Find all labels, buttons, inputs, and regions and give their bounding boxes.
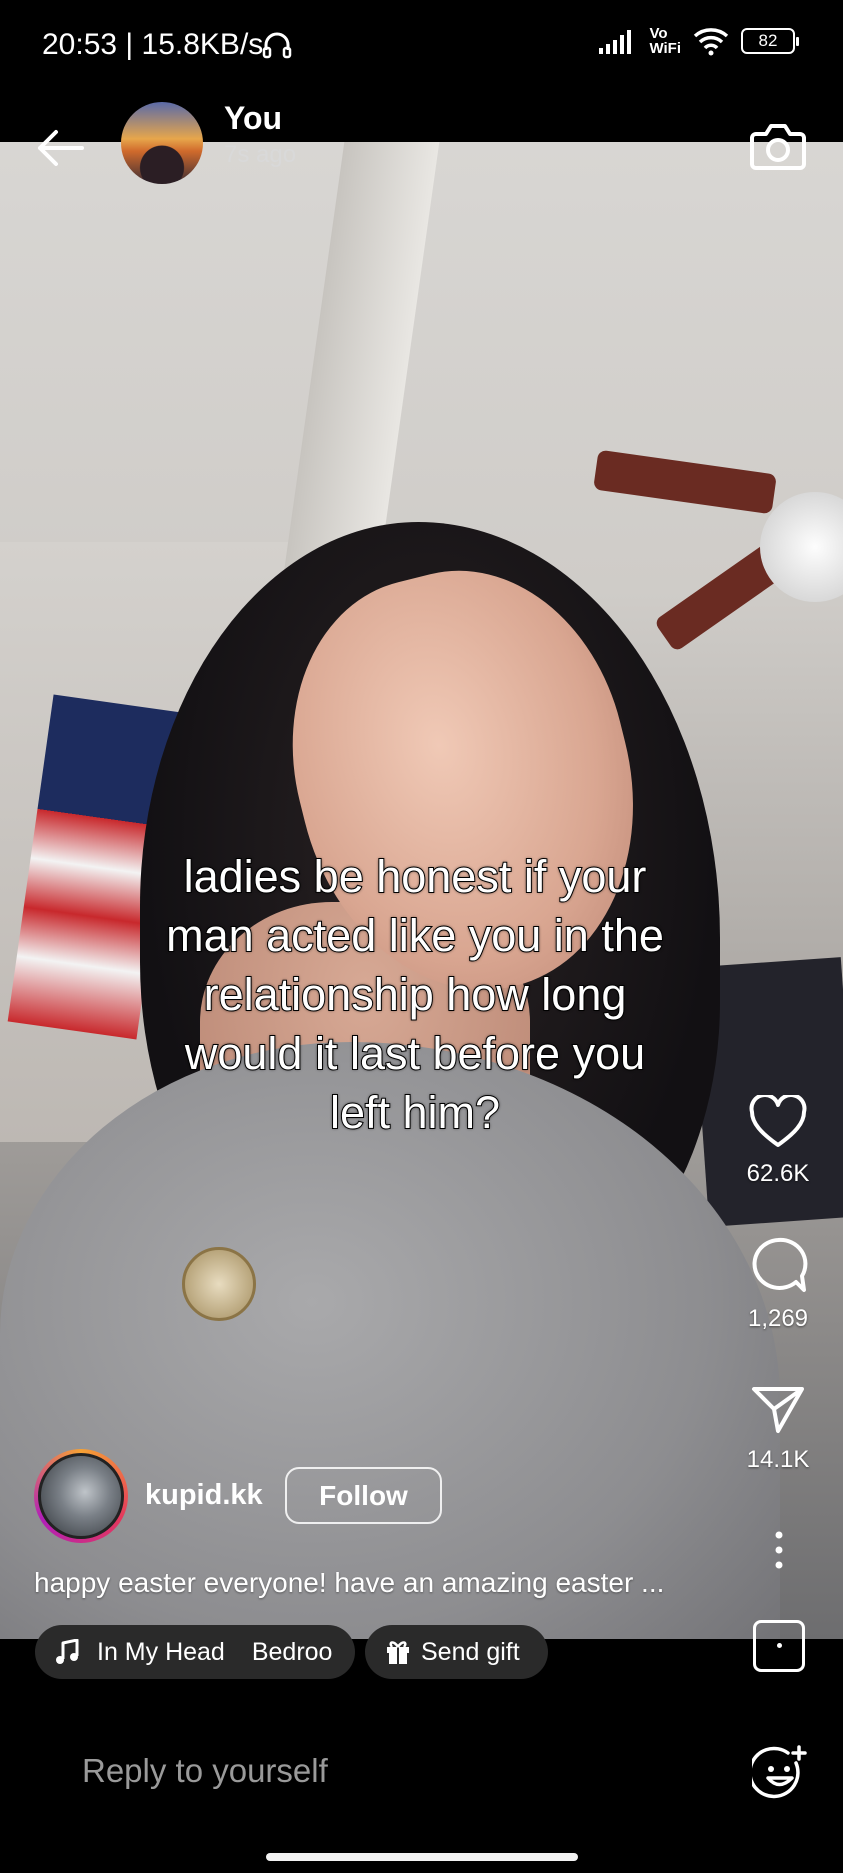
story-overlay-text: ladies be honest if your man acted like … (165, 850, 665, 1139)
music-title: In My Head (97, 1637, 225, 1666)
music-chip[interactable]: In My Head Bedroo (35, 1625, 355, 1679)
vowifi-bottom: WiFi (649, 40, 681, 57)
headphone-icon (262, 32, 292, 59)
wifi-icon (693, 28, 729, 56)
share-action[interactable]: 14.1K (718, 1383, 838, 1474)
status-bar: 20:53 | 15.8KB/s Vo WiFi 82 (0, 0, 843, 92)
add-reaction-emoji-icon[interactable] (752, 1745, 808, 1801)
comment-action[interactable]: 1,269 (718, 1236, 838, 1333)
send-gift-chip[interactable]: Send gift (365, 1625, 548, 1679)
music-artist: Bedroo (251, 1637, 333, 1666)
fan-blade (593, 449, 777, 515)
status-time-speed: 20:53 | 15.8KB/s (42, 28, 264, 61)
send-gift-label: Send gift (421, 1637, 520, 1666)
more-options-icon[interactable] (766, 1530, 792, 1570)
comment-icon[interactable] (748, 1236, 808, 1294)
share-count: 14.1K (746, 1446, 810, 1473)
comment-count: 1,269 (747, 1305, 809, 1332)
like-action[interactable]: 62.6K (718, 1093, 838, 1188)
back-arrow-icon[interactable] (32, 124, 88, 172)
signal-icon (599, 30, 632, 54)
vowifi-indicator: Vo WiFi (649, 26, 681, 56)
like-count: 62.6K (746, 1160, 810, 1187)
post-time: 7s ago (224, 141, 297, 168)
author-avatar-image (38, 1453, 124, 1539)
user-avatar[interactable] (121, 102, 203, 184)
sticker-icon[interactable] (753, 1620, 805, 1672)
post-caption[interactable]: happy easter everyone! have an amazing e… (34, 1567, 664, 1599)
battery-indicator: 82 (741, 28, 799, 54)
send-icon[interactable] (750, 1383, 806, 1435)
music-note-icon (56, 1639, 79, 1664)
necklace-pendant (182, 1247, 256, 1321)
heart-icon[interactable] (749, 1093, 807, 1149)
home-indicator[interactable] (266, 1853, 578, 1861)
author-username[interactable]: kupid.kk (145, 1479, 263, 1512)
gift-icon (387, 1641, 409, 1664)
author-avatar[interactable] (34, 1449, 128, 1543)
ceiling-fan-light (760, 492, 843, 602)
follow-button[interactable]: Follow (285, 1467, 442, 1524)
vowifi-top: Vo (649, 25, 668, 42)
camera-icon[interactable] (750, 120, 806, 172)
status-icons: Vo WiFi 82 (597, 26, 799, 56)
reply-input[interactable]: Reply to yourself (82, 1752, 328, 1790)
user-name[interactable]: You (224, 100, 282, 137)
